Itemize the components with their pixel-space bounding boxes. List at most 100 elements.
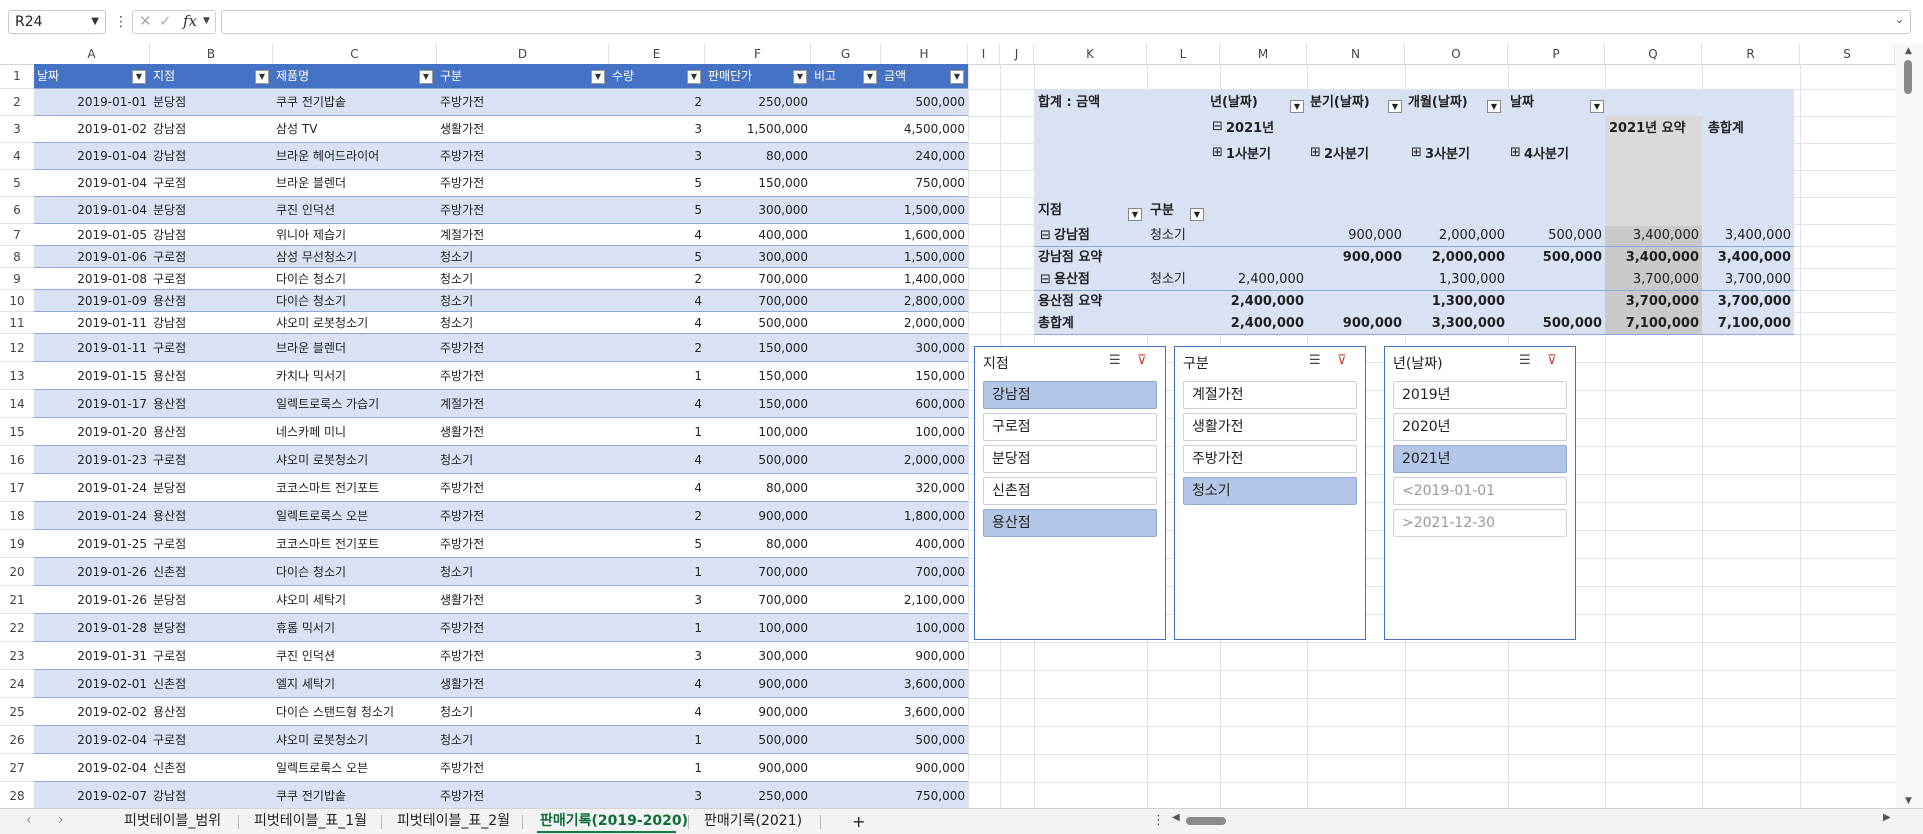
filter-dropdown-icon[interactable]: ▼ xyxy=(419,70,433,84)
table-cell[interactable]: 500,000 xyxy=(705,446,811,474)
pivot-value-cell[interactable]: 2,000,000 xyxy=(1405,248,1508,268)
table-cell[interactable]: 900,000 xyxy=(705,754,811,782)
pivot-value-cell[interactable]: 3,700,000 xyxy=(1605,292,1702,312)
table-cell[interactable]: 100,000 xyxy=(705,418,811,446)
table-cell[interactable]: 샤오미 로봇청소기 xyxy=(273,726,437,754)
table-cell[interactable]: 2019-01-08 xyxy=(34,268,150,290)
table-cell[interactable]: 3,600,000 xyxy=(881,670,968,698)
scroll-left-icon[interactable]: ◀ xyxy=(1172,812,1180,823)
table-cell[interactable]: 샤오미 로봇청소기 xyxy=(273,312,437,334)
table-cell[interactable]: 2019-02-02 xyxy=(34,698,150,726)
table-cell[interactable]: 쿠쿠 전기밥솥 xyxy=(273,89,437,116)
table-cell[interactable]: 700,000 xyxy=(705,268,811,290)
table-cell[interactable] xyxy=(811,530,881,558)
row-header[interactable]: 6 xyxy=(0,197,34,224)
table-cell[interactable]: 1 xyxy=(609,726,705,754)
table-cell[interactable] xyxy=(811,334,881,362)
table-cell[interactable]: 쿠진 인덕션 xyxy=(273,197,437,224)
table-cell[interactable]: 400,000 xyxy=(705,224,811,246)
table-cell[interactable]: 5 xyxy=(609,197,705,224)
table-cell[interactable]: 1,800,000 xyxy=(881,502,968,530)
collapse-icon[interactable]: ⊟ xyxy=(1040,226,1054,246)
table-cell[interactable]: 강남점 xyxy=(150,116,273,143)
table-cell[interactable]: 2019-02-07 xyxy=(34,782,150,810)
table-cell[interactable] xyxy=(811,246,881,268)
table-row[interactable]: 2019-02-07 강남점 쿠쿠 전기밥솥 주방가전 3 250,000 750,000 xyxy=(34,782,968,810)
pivot-value-cell[interactable]: 1,300,000 xyxy=(1405,270,1508,290)
table-cell[interactable]: 2019-01-04 xyxy=(34,197,150,224)
table-cell[interactable]: 삼성 무선청소기 xyxy=(273,246,437,268)
table-cell[interactable]: 2019-01-17 xyxy=(34,390,150,418)
table-cell[interactable]: 100,000 xyxy=(881,418,968,446)
table-row[interactable]: 2019-01-24 용산점 일렉트로룩스 오븐 주방가전 2 900,000 1,800,… xyxy=(34,502,968,530)
slicer-item[interactable]: 강남점 xyxy=(983,381,1157,409)
table-cell[interactable]: 용산점 xyxy=(150,502,273,530)
table-cell[interactable]: 강남점 xyxy=(150,143,273,170)
table-cell[interactable]: 500,000 xyxy=(705,726,811,754)
table-cell[interactable]: 2,000,000 xyxy=(881,446,968,474)
row-header[interactable]: 22 xyxy=(0,614,34,642)
table-row[interactable]: 2019-01-26 신촌점 다이슨 청소기 청소기 1 700,000 700,000 xyxy=(34,558,968,586)
table-cell[interactable]: 4 xyxy=(609,224,705,246)
table-cell[interactable]: 3 xyxy=(609,116,705,143)
table-cell[interactable]: 주방가전 xyxy=(437,170,609,197)
table-cell[interactable]: 분당점 xyxy=(150,586,273,614)
table-row[interactable]: 2019-01-04 강남점 브라운 헤어드라이어 주방가전 3 80,000 240,00… xyxy=(34,143,968,170)
table-cell[interactable]: 2019-01-23 xyxy=(34,446,150,474)
pivot-value-cell[interactable]: 900,000 xyxy=(1307,226,1405,246)
clear-filter-icon[interactable]: ⊽ xyxy=(1337,353,1347,368)
table-cell[interactable]: 2 xyxy=(609,334,705,362)
table-cell[interactable]: 청소기 xyxy=(437,312,609,334)
table-cell[interactable]: 3 xyxy=(609,586,705,614)
table-cell[interactable]: 300,000 xyxy=(705,197,811,224)
table-cell[interactable]: 생활가전 xyxy=(437,670,609,698)
slicer-item[interactable]: 2021년 xyxy=(1393,445,1567,473)
filter-dropdown-icon[interactable]: ▼ xyxy=(132,70,146,84)
table-cell[interactable]: 900,000 xyxy=(881,754,968,782)
pivot-value-cell[interactable]: 3,700,000 xyxy=(1702,270,1794,290)
row-header[interactable]: 26 xyxy=(0,726,34,754)
slicer-item[interactable]: 계절가전 xyxy=(1183,381,1357,409)
row-header[interactable]: 25 xyxy=(0,698,34,726)
pivot-value-cell[interactable]: 500,000 xyxy=(1508,248,1605,268)
row-header[interactable]: 4 xyxy=(0,143,34,170)
table-cell[interactable]: 주방가전 xyxy=(437,614,609,642)
table-cell[interactable]: 구로점 xyxy=(150,334,273,362)
filter-dropdown-icon[interactable]: ▼ xyxy=(793,70,807,84)
table-cell[interactable]: 샤오미 로봇청소기 xyxy=(273,446,437,474)
table-cell[interactable]: 엘지 세탁기 xyxy=(273,670,437,698)
table-cell[interactable] xyxy=(811,782,881,810)
pivot-value-cell[interactable] xyxy=(1220,226,1307,246)
table-cell[interactable] xyxy=(811,446,881,474)
multi-select-icon[interactable]: ☰ xyxy=(1309,353,1321,368)
pivot-value-cell[interactable] xyxy=(1307,292,1405,312)
table-cell[interactable]: 생활가전 xyxy=(437,116,609,143)
table-cell[interactable]: 신촌점 xyxy=(150,670,273,698)
table-cell[interactable] xyxy=(811,197,881,224)
table-cell[interactable]: 주방가전 xyxy=(437,642,609,670)
table-cell[interactable] xyxy=(811,642,881,670)
table-cell[interactable]: 3 xyxy=(609,782,705,810)
table-row[interactable]: 2019-01-04 분당점 쿠진 인덕션 주방가전 5 300,000 1,500,000 xyxy=(34,197,968,224)
table-row[interactable]: 2019-01-06 구로점 삼성 무선청소기 청소기 5 300,000 1,500,00… xyxy=(34,246,968,268)
table-cell[interactable] xyxy=(811,390,881,418)
row-header[interactable]: 12 xyxy=(0,334,34,362)
filter-active-icon[interactable]: ▼ xyxy=(1128,208,1142,221)
prev-sheet-icon[interactable]: ‹ xyxy=(26,812,32,828)
table-cell[interactable]: 용산점 xyxy=(150,362,273,390)
table-row[interactable]: 2019-01-02 강남점 삼성 TV 생활가전 3 1,500,000 4,500,00… xyxy=(34,116,968,143)
table-cell[interactable]: 150,000 xyxy=(705,390,811,418)
table-cell[interactable]: 150,000 xyxy=(705,170,811,197)
table-cell[interactable]: 주방가전 xyxy=(437,362,609,390)
table-row[interactable]: 2019-01-23 구로점 샤오미 로봇청소기 청소기 4 500,000 2,000,0… xyxy=(34,446,968,474)
table-row[interactable]: 2019-01-28 분당점 휴롬 믹서기 주방가전 1 100,000 100,000 xyxy=(34,614,968,642)
table-cell[interactable]: 다이슨 청소기 xyxy=(273,558,437,586)
row-header[interactable]: 27 xyxy=(0,754,34,782)
table-cell[interactable]: 분당점 xyxy=(150,197,273,224)
pivot-value-cell[interactable]: 3,400,000 xyxy=(1605,226,1702,246)
table-cell[interactable]: 청소기 xyxy=(437,558,609,586)
table-row[interactable]: 2019-01-08 구로점 다이슨 청소기 청소기 2 700,000 1,400,000 xyxy=(34,268,968,290)
table-cell[interactable]: 4 xyxy=(609,670,705,698)
tab-pivot-feb[interactable]: 피벗테이블_표_2월 xyxy=(397,809,510,834)
pivot-value-cell[interactable]: 2,400,000 xyxy=(1220,270,1307,290)
